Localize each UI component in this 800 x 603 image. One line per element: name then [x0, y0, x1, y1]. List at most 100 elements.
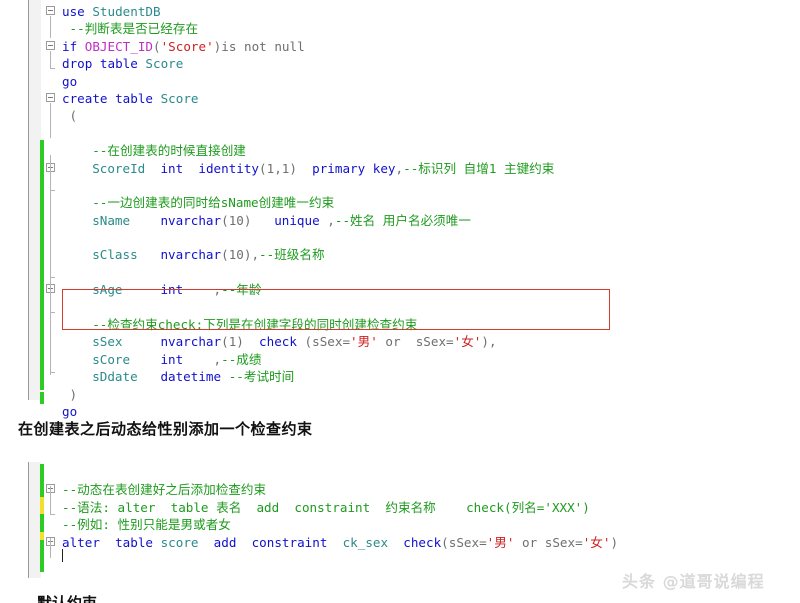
code-token: (sSex=	[441, 534, 487, 550]
fold-guide-line	[50, 16, 51, 38]
code-token: --语法:	[62, 499, 118, 515]
code-token: sDdate	[92, 369, 161, 385]
editor-gutter[interactable]	[28, 0, 62, 400]
code-token: --成绩	[221, 351, 262, 367]
code-token: nvarchar	[160, 212, 222, 228]
code-line[interactable]: alter table score add constraint ck_sex …	[62, 534, 618, 551]
code-line[interactable]: sClass nvarchar(10),--班级名称	[62, 246, 554, 263]
sql-editor-create-table[interactable]: use StudentDB --判断表是否已经存在 if OBJECT_ID('Sc…	[28, 0, 800, 419]
code-token: StudentDB	[92, 4, 161, 19]
code-token: --一边创建表的同时给sName创建唯一约束	[92, 195, 335, 211]
code-line[interactable]: --在创建表的时候直接创建	[62, 142, 554, 159]
section-heading: 在创建表之后动态给性别添加一个检查约束	[18, 420, 313, 438]
code-area[interactable]: use StudentDB --判断表是否已经存在 if OBJECT_ID('Sc…	[62, 3, 554, 420]
sql-editor-alter-table[interactable]: --动态在表创建好之后添加检查约束 --语法: alter table 表名 ad…	[28, 462, 800, 578]
code-line[interactable]	[62, 551, 618, 568]
code-line[interactable]: (	[62, 107, 554, 124]
code-line[interactable]: create table Score	[62, 90, 554, 107]
code-line[interactable]: go	[62, 73, 554, 90]
code-token: --班级名称	[259, 247, 325, 263]
code-token: (	[69, 108, 78, 124]
code-line[interactable]: sDdate datetime --考试时间	[62, 368, 554, 385]
code-token: sClass	[92, 247, 161, 263]
fold-region-end	[50, 68, 55, 69]
code-line[interactable]: ScoreId int identity(1,1) primary key,--…	[62, 160, 554, 177]
code-token: --考试时间	[228, 369, 295, 385]
code-token: identity	[198, 160, 260, 176]
code-line[interactable]: use StudentDB	[62, 3, 554, 20]
code-token: (1)	[221, 334, 260, 350]
code-area[interactable]: --动态在表创建好之后添加检查约束 --语法: alter table 表名 ad…	[62, 464, 618, 568]
code-token: ,	[327, 212, 335, 228]
code-token: alter	[62, 534, 116, 550]
code-token: or sSex=	[377, 334, 454, 350]
code-token: int	[160, 282, 184, 298]
code-token: sCore	[92, 351, 161, 367]
change-track-bar	[40, 540, 44, 572]
code-line[interactable]: --检查约束check:下列是在创建字段的同时创建检查约束	[62, 316, 554, 333]
code-token: )	[69, 386, 78, 402]
code-token: )	[610, 534, 619, 550]
code-token: (sSex=	[304, 334, 351, 350]
code-token: int	[160, 160, 199, 176]
code-line[interactable]	[62, 229, 554, 246]
code-line[interactable]	[62, 125, 554, 142]
change-track-bar	[40, 140, 44, 390]
fold-toggle-icon[interactable]	[46, 6, 55, 15]
code-token: --例如: 性别只能是男或者女	[62, 517, 231, 533]
code-token: add constraint	[256, 499, 386, 515]
code-token: 表名	[216, 499, 257, 515]
code-token: sSex	[92, 334, 161, 350]
code-token: '男'	[486, 534, 515, 550]
code-token: --年龄	[221, 282, 262, 298]
code-line[interactable]: sAge int ,--年龄	[62, 281, 554, 298]
code-line[interactable]: --动态在表创建好之后添加检查约束	[62, 481, 618, 498]
code-token: Score	[160, 90, 199, 106]
fold-toggle-icon[interactable]	[46, 93, 55, 102]
fold-guide-line	[50, 103, 51, 138]
code-line[interactable]: --一边创建表的同时给sName创建唯一约束	[62, 194, 554, 211]
code-token: check(列名='XXX')	[466, 499, 590, 515]
code-line[interactable]: --判断表是否已经存在	[62, 20, 554, 37]
code-line[interactable]: )	[62, 386, 554, 403]
code-line[interactable]: drop table Score	[62, 55, 554, 72]
next-section-heading-clipped: 默认约束	[37, 594, 98, 603]
code-line[interactable]: sSex nvarchar(1) check (sSex='男' or sSex…	[62, 333, 554, 350]
code-token: go	[62, 73, 78, 89]
code-token: --检查约束check:下列是在创建字段的同时创建检查约束	[92, 317, 418, 333]
code-token: datetime	[160, 369, 229, 385]
code-token: '男'	[350, 334, 378, 350]
code-line[interactable]: if OBJECT_ID('Score')is not null	[62, 38, 554, 55]
code-token: alter table	[117, 499, 217, 515]
code-token: or sSex=	[514, 534, 583, 550]
change-track-bar	[40, 392, 44, 404]
fold-guide-line	[50, 190, 51, 375]
editor-gutter[interactable]	[28, 462, 62, 578]
fold-toggle-icon[interactable]	[46, 40, 55, 50]
fold-region-end	[50, 514, 55, 515]
code-line[interactable]: sName nvarchar(10) unique ,--姓名 用户名必须唯一	[62, 212, 554, 229]
code-token: ScoreId	[92, 160, 161, 176]
code-token: (10),	[221, 247, 260, 263]
code-token: nvarchar	[160, 334, 222, 350]
code-token: table	[115, 534, 161, 550]
code-token: )is not null	[213, 38, 305, 54]
code-token: table	[99, 56, 146, 72]
code-token: --姓名 用户名必须唯一	[334, 212, 471, 228]
change-track-bar	[40, 464, 44, 497]
code-line[interactable]	[62, 464, 618, 481]
code-token: Score	[145, 56, 184, 72]
code-token: table	[115, 90, 161, 106]
code-line[interactable]: --语法: alter table 表名 add constraint 约束名称…	[62, 499, 618, 516]
code-token: 约束名称	[385, 499, 467, 515]
code-token: ,	[183, 351, 222, 367]
code-token: constraint	[251, 534, 343, 550]
code-token: --动态在表创建好之后添加检查约束	[62, 482, 267, 498]
code-line[interactable]: --例如: 性别只能是男或者女	[62, 516, 618, 533]
code-line[interactable]	[62, 264, 554, 281]
code-line[interactable]	[62, 299, 554, 316]
code-line[interactable]: sCore int ,--成绩	[62, 351, 554, 368]
code-token: drop	[62, 56, 100, 72]
code-line[interactable]	[62, 177, 554, 194]
code-token: use	[62, 4, 93, 19]
